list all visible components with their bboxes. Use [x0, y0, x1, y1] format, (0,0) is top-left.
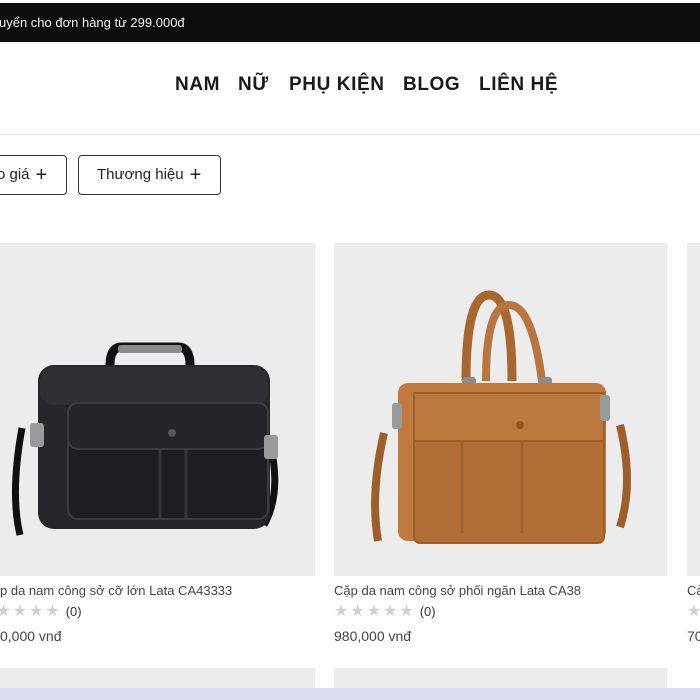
- product-card[interactable]: Cả ★ 70: [687, 243, 700, 644]
- plus-icon: +: [35, 164, 48, 186]
- product-rating: ★★★★★ (0): [334, 601, 436, 621]
- product-image[interactable]: [334, 243, 667, 576]
- product-price: 0,000 vnđ: [0, 628, 62, 644]
- product-price: 980,000 vnđ: [334, 628, 412, 644]
- nav-item-nu[interactable]: NỮ: [238, 74, 269, 96]
- rating-stars-icon: ★★★★★: [334, 603, 416, 620]
- brand-filter-button[interactable]: Thương hiệu +: [78, 155, 221, 195]
- main-nav: NAM NỮ PHỤ KIỆN BLOG LIÊN HỆ: [0, 74, 700, 102]
- product-image[interactable]: [0, 243, 315, 576]
- brand-filter-label: Thương hiệu: [97, 166, 184, 183]
- plus-icon: +: [189, 164, 202, 186]
- nav-item-lien-he[interactable]: LIÊN HỆ: [479, 74, 558, 96]
- header-divider: [0, 134, 700, 135]
- product-card[interactable]: p da nam công sở cỡ lớn Lata CA43333 ★★★…: [0, 243, 315, 644]
- bottom-overlay: [0, 688, 700, 700]
- product-rating: ★★★★★ (0): [0, 601, 82, 621]
- rating-stars-icon: ★★★★★: [0, 603, 62, 620]
- nav-item-nam[interactable]: NAM: [175, 74, 220, 96]
- announcement-bar: uyển cho đơn hàng từ 299.000đ: [0, 3, 700, 42]
- product-name[interactable]: Cặp da nam công sở phối ngăn Lata CA38: [334, 583, 581, 598]
- brown-briefcase-icon: [371, 290, 631, 544]
- black-briefcase-icon: [11, 342, 279, 536]
- product-rating: ★: [687, 601, 700, 621]
- price-filter-button[interactable]: o giá +: [0, 155, 67, 195]
- price-filter-label: o giá: [0, 166, 30, 183]
- product-image[interactable]: [687, 243, 700, 576]
- product-price: 70: [687, 628, 700, 644]
- product-name[interactable]: p da nam công sở cỡ lớn Lata CA43333: [0, 583, 232, 598]
- rating-stars-icon: ★: [687, 603, 700, 620]
- review-count: (0): [65, 603, 82, 619]
- product-name[interactable]: Cả: [687, 583, 700, 598]
- announcement-text: uyển cho đơn hàng từ 299.000đ: [0, 15, 185, 30]
- review-count: (0): [419, 603, 436, 619]
- nav-item-phu-kien[interactable]: PHỤ KIỆN: [289, 74, 385, 96]
- product-card[interactable]: Cặp da nam công sở phối ngăn Lata CA38 ★…: [334, 243, 667, 644]
- nav-item-blog[interactable]: BLOG: [403, 74, 460, 96]
